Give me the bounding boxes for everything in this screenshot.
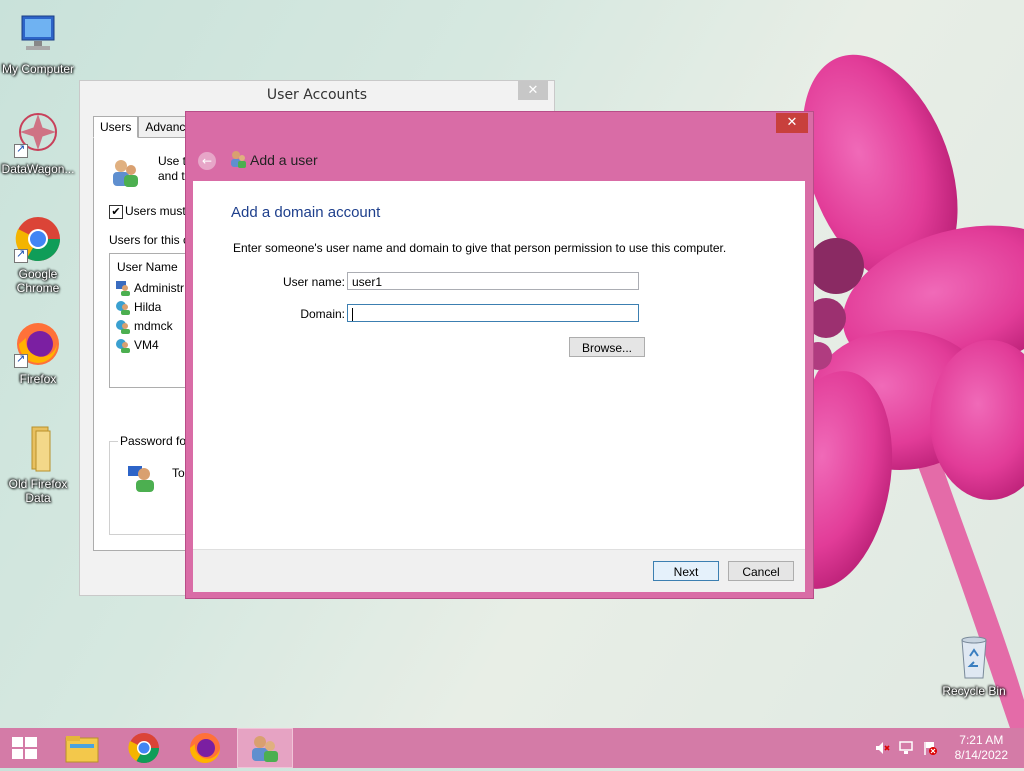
- back-arrow-icon[interactable]: ←: [198, 152, 216, 170]
- user-accounts-icon: [252, 736, 278, 762]
- firefox-icon: [190, 733, 220, 763]
- username-label: User name:: [282, 275, 345, 289]
- start-icon: [12, 737, 37, 759]
- dialog-title: Add a user: [250, 152, 318, 168]
- firefox-icon: [14, 320, 62, 368]
- datawagon-icon: [14, 110, 62, 158]
- volume-muted-icon[interactable]: [874, 740, 890, 756]
- taskbar-firefox[interactable]: [177, 728, 233, 768]
- admin-user-icon: [115, 280, 131, 296]
- user-name: Hilda: [134, 300, 162, 314]
- desktop-icon-chrome[interactable]: Google Chrome: [0, 215, 76, 295]
- users-must-checkbox[interactable]: ✔: [109, 205, 123, 219]
- chrome-icon: [14, 215, 62, 263]
- desktop-icon-old-firefox-data[interactable]: Old Firefox Data: [0, 425, 76, 505]
- user-accounts-icon: [229, 150, 247, 168]
- next-button[interactable]: Next: [653, 561, 719, 581]
- column-header-user-name[interactable]: User Name: [117, 260, 178, 274]
- domain-user-icon: [115, 337, 131, 353]
- desktop-icon-label: Google Chrome: [16, 267, 60, 295]
- list-item[interactable]: VM4: [115, 336, 159, 354]
- window-title: User Accounts: [266, 87, 368, 103]
- browse-button[interactable]: Browse...: [569, 337, 645, 357]
- shortcut-arrow-icon: [14, 142, 28, 158]
- text-caret: [352, 308, 353, 322]
- domain-user-icon: [115, 299, 131, 315]
- intro-text-line2: and t: [158, 169, 185, 183]
- cancel-button[interactable]: Cancel: [728, 561, 794, 581]
- taskbar-user-accounts[interactable]: [237, 728, 293, 768]
- taskbar: 7:21 AM 8/14/2022: [0, 728, 1024, 768]
- desktop-icon-datawagon[interactable]: DataWagon...: [0, 110, 76, 176]
- user-name: mdmck: [134, 319, 173, 333]
- clock-date: 8/14/2022: [954, 748, 1008, 762]
- checkbox-label: Users must: [125, 204, 186, 218]
- user-name: VM4: [134, 338, 159, 352]
- shortcut-arrow-icon: [14, 352, 28, 368]
- desktop-icon-label: My Computer: [1, 62, 75, 76]
- close-button[interactable]: ✕: [518, 81, 548, 100]
- add-user-dialog[interactable]: ✕ ← Add a user Add a domain account Ente…: [185, 111, 814, 599]
- desktop-icon-recycle-bin[interactable]: Recycle Bin: [936, 632, 1012, 698]
- network-icon[interactable]: [898, 740, 914, 756]
- desktop-icon-firefox[interactable]: Firefox: [0, 320, 76, 386]
- list-item[interactable]: Administr: [115, 279, 184, 297]
- folder-icon: [14, 425, 62, 473]
- user-accounts-titlebar[interactable]: User Accounts ✕: [80, 81, 554, 109]
- tab-users[interactable]: Users: [93, 116, 139, 138]
- recycle-bin-icon: [950, 632, 998, 680]
- desktop-icon-label: Recycle Bin: [942, 684, 1006, 698]
- domain-user-icon: [115, 318, 131, 334]
- file-explorer-icon: [65, 736, 99, 763]
- instruction-text: Enter someone's user name and domain to …: [233, 241, 727, 255]
- clock-time: 7:21 AM: [959, 733, 1004, 747]
- clock[interactable]: 7:21 AM 8/14/2022: [955, 733, 1008, 763]
- close-button[interactable]: ✕: [776, 113, 808, 133]
- desktop-icon-label: Old Firefox Data: [8, 477, 68, 505]
- username-field[interactable]: user1: [347, 272, 639, 290]
- computer-icon: [14, 10, 62, 58]
- desktop-icon-my-computer[interactable]: My Computer: [0, 10, 76, 76]
- taskbar-chrome[interactable]: [116, 728, 172, 768]
- shortcut-arrow-icon: [14, 247, 28, 263]
- password-group-label: Password for: [118, 434, 193, 448]
- desktop-icon-label: Firefox: [19, 372, 57, 386]
- domain-field[interactable]: [347, 304, 639, 322]
- desktop-icon-label: DataWagon...: [1, 162, 75, 176]
- users-icon: [109, 156, 141, 188]
- user-key-icon: [126, 462, 158, 494]
- action-center-flag-icon[interactable]: [922, 740, 938, 756]
- list-item[interactable]: mdmck: [115, 317, 173, 335]
- dialog-footer: Next Cancel: [193, 549, 805, 592]
- start-button[interactable]: [0, 728, 48, 768]
- password-text: To: [172, 466, 185, 480]
- taskbar-file-explorer[interactable]: [54, 728, 110, 768]
- user-name: Administr: [134, 281, 185, 295]
- chrome-icon: [128, 733, 159, 764]
- username-value: user1: [352, 275, 383, 289]
- page-heading: Add a domain account: [231, 204, 381, 221]
- users-list-label: Users for this c: [109, 233, 190, 247]
- dialog-body: Add a domain account Enter someone's use…: [193, 181, 805, 549]
- domain-label: Domain:: [300, 307, 345, 321]
- list-item[interactable]: Hilda: [115, 298, 161, 316]
